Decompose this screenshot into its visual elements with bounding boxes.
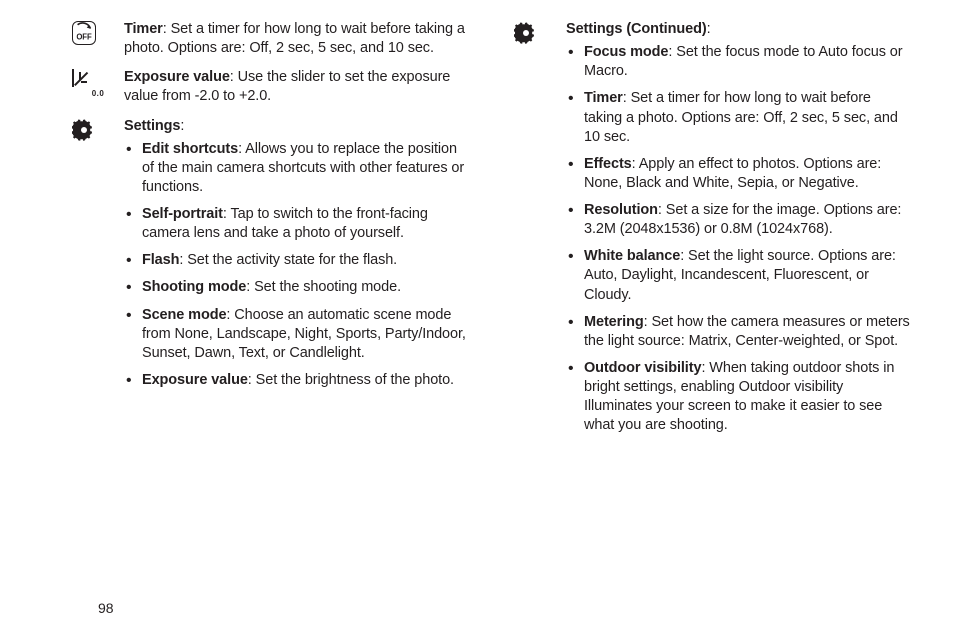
timer-label: Timer [124,21,163,37]
list-item: Edit shortcuts: Allows you to replace th… [138,140,468,197]
timer-row: OFF Timer: Set a timer for how long to w… [72,20,468,58]
timer-text: Timer: Set a timer for how long to wait … [124,20,468,58]
settings-continued-icon-cell [514,20,566,51]
list-item: Flash: Set the activity state for the fl… [138,251,468,270]
list-item: Self-portrait: Tap to switch to the fron… [138,205,468,243]
list-item: White balance: Set the light source. Opt… [580,247,910,304]
list-item: Effects: Apply an effect to photos. Opti… [580,155,910,193]
exposure-text: Exposure value: Use the slider to set th… [124,68,468,106]
page: OFF Timer: Set a timer for how long to w… [0,0,954,636]
settings-continued-list: Focus mode: Set the focus mode to Auto f… [566,43,910,435]
gear-icon [514,33,538,49]
right-column: Settings (Continued): Focus mode: Set th… [514,20,910,570]
settings-row: Settings: Edit shortcuts: Allows you to … [72,117,468,399]
list-item: Outdoor visibility: When taking outdoor … [580,359,910,436]
settings-block: Settings: Edit shortcuts: Allows you to … [124,117,468,399]
list-item: Metering: Set how the camera measures or… [580,313,910,351]
exposure-icon-cell: 0.0 [72,68,124,100]
list-item: Exposure value: Set the brightness of th… [138,371,468,390]
settings-continued-heading: Settings (Continued) [566,21,707,37]
left-column: OFF Timer: Set a timer for how long to w… [72,20,468,570]
settings-list: Edit shortcuts: Allows you to replace th… [124,140,468,390]
list-item: Resolution: Set a size for the image. Op… [580,201,910,239]
list-item: Focus mode: Set the focus mode to Auto f… [580,43,910,81]
timer-off-icon: OFF [72,21,96,45]
timer-icon-cell: OFF [72,20,124,45]
svg-text:OFF: OFF [76,32,92,41]
gear-icon [72,130,96,146]
settings-continued-block: Settings (Continued): Focus mode: Set th… [566,20,910,443]
exposure-icon-caption: 0.0 [72,89,124,100]
columns: OFF Timer: Set a timer for how long to w… [72,20,910,570]
exposure-label: Exposure value [124,69,230,85]
list-item: Scene mode: Choose an automatic scene mo… [138,306,468,363]
exposure-row: 0.0 Exposure value: Use the slider to se… [72,68,468,106]
list-item: Shooting mode: Set the shooting mode. [138,278,468,297]
page-number: 98 [72,570,910,616]
settings-icon-cell [72,117,124,148]
list-item: Timer: Set a timer for how long to wait … [580,89,910,146]
settings-continued-row: Settings (Continued): Focus mode: Set th… [514,20,910,443]
settings-heading: Settings [124,118,180,134]
exposure-value-icon: 0.0 [72,70,124,100]
timer-desc: : Set a timer for how long to wait befor… [124,21,465,56]
